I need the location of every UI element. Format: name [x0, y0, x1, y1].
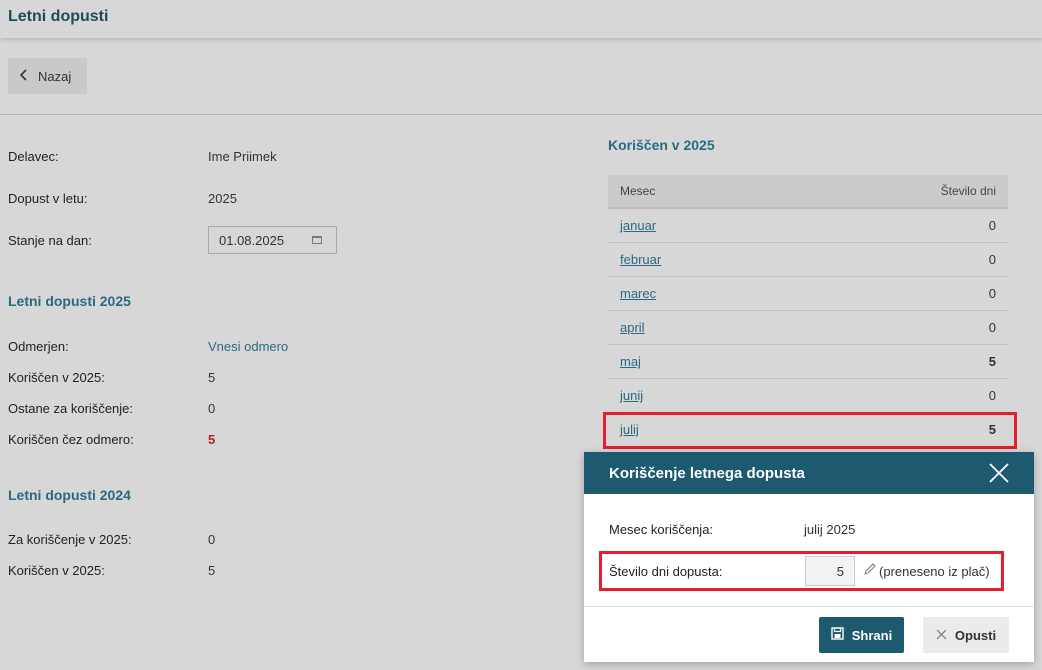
month-link-maj[interactable]: maj: [620, 354, 641, 369]
ostane-value: 0: [208, 401, 216, 416]
table-row: februar 0: [608, 243, 1008, 277]
close-icon: [936, 627, 947, 644]
days-value: 0: [988, 252, 996, 267]
cancel-button[interactable]: Opusti: [923, 617, 1009, 653]
table-row: april 0: [608, 311, 1008, 345]
month-link-marec[interactable]: marec: [620, 286, 656, 301]
modal-title: Koriščenje letnega dopusta: [609, 464, 805, 482]
section-title-2024: Letni dopusti 2024: [8, 487, 131, 503]
back-button[interactable]: Nazaj: [8, 58, 87, 94]
mesec-label: Mesec koriščenja:: [609, 522, 714, 537]
usage-title: Koriščen v 2025: [608, 137, 715, 153]
month-link-februar[interactable]: februar: [620, 252, 661, 267]
odmerjen-label: Odmerjen:: [8, 339, 69, 354]
dopust-value: 2025: [208, 191, 237, 206]
month-link-junij[interactable]: junij: [620, 388, 643, 403]
days-value: 0: [988, 388, 996, 403]
table-row: januar 0: [608, 209, 1008, 243]
days-value: 5: [988, 354, 996, 369]
col-days-header: Število dni: [940, 184, 996, 198]
modal-divider: [584, 606, 1034, 607]
dopust-label: Dopust v letu:: [8, 191, 88, 206]
month-link-januar[interactable]: januar: [620, 218, 656, 233]
calendar-icon[interactable]: [312, 236, 322, 244]
close-icon[interactable]: [988, 462, 1010, 484]
cez-odmero-value: 5: [208, 432, 216, 447]
table-row: maj 5: [608, 345, 1008, 379]
save-button-label: Shrani: [851, 627, 893, 643]
cancel-button-label: Opusti: [954, 627, 997, 643]
days-value: 0: [988, 286, 996, 301]
days-value: 0: [988, 218, 996, 233]
table-row: marec 0: [608, 277, 1008, 311]
ostane-label: Ostane za koriščenje:: [8, 401, 134, 416]
za-koriscenje-value: 0: [208, 532, 216, 547]
koriscen-2025-label: Koriščen v 2025:: [8, 370, 105, 385]
save-button[interactable]: Shrani: [819, 617, 904, 653]
delavec-label: Delavec:: [8, 149, 59, 164]
section-title-2025: Letni dopusti 2025: [8, 293, 131, 309]
table-row: junij 0: [608, 379, 1008, 413]
col-month-header: Mesec: [620, 184, 656, 198]
month-link-april[interactable]: april: [620, 320, 645, 335]
koriscen-2025-value: 5: [208, 370, 216, 385]
days-value: 0: [988, 320, 996, 335]
stanje-date-field[interactable]: 01.08.2025: [208, 226, 337, 254]
cez-odmero-label: Koriščen čez odmero:: [8, 432, 134, 447]
modal-header: Koriščenje letnega dopusta: [584, 452, 1034, 494]
highlight-frame-julij: [603, 412, 1017, 449]
chevron-left-icon: [19, 68, 28, 84]
page-header: Letni dopusti: [0, 0, 1042, 38]
back-button-label: Nazaj: [38, 68, 72, 84]
modal-dialog: Koriščenje letnega dopusta Mesec korišče…: [584, 452, 1034, 662]
divider: [0, 114, 1042, 115]
koriscen-2024-label: Koriščen v 2025:: [8, 563, 105, 578]
save-icon: [831, 627, 844, 643]
stanje-date-value: 01.08.2025: [219, 232, 285, 248]
table-header: Mesec Število dni: [608, 175, 1008, 209]
usage-table: Mesec Število dni januar 0 februar 0 mar…: [608, 175, 1008, 447]
mesec-value: julij 2025: [804, 522, 856, 537]
page-title: Letni dopusti: [8, 8, 109, 25]
delavec-value: Ime Priimek: [208, 149, 277, 164]
highlight-frame-stevilo: [599, 551, 1004, 591]
vnesi-odmero-link[interactable]: Vnesi odmero: [208, 339, 288, 354]
koriscen-2024-value: 5: [208, 563, 216, 578]
stanje-label: Stanje na dan:: [8, 233, 92, 248]
za-koriscenje-label: Za koriščenje v 2025:: [8, 532, 132, 547]
